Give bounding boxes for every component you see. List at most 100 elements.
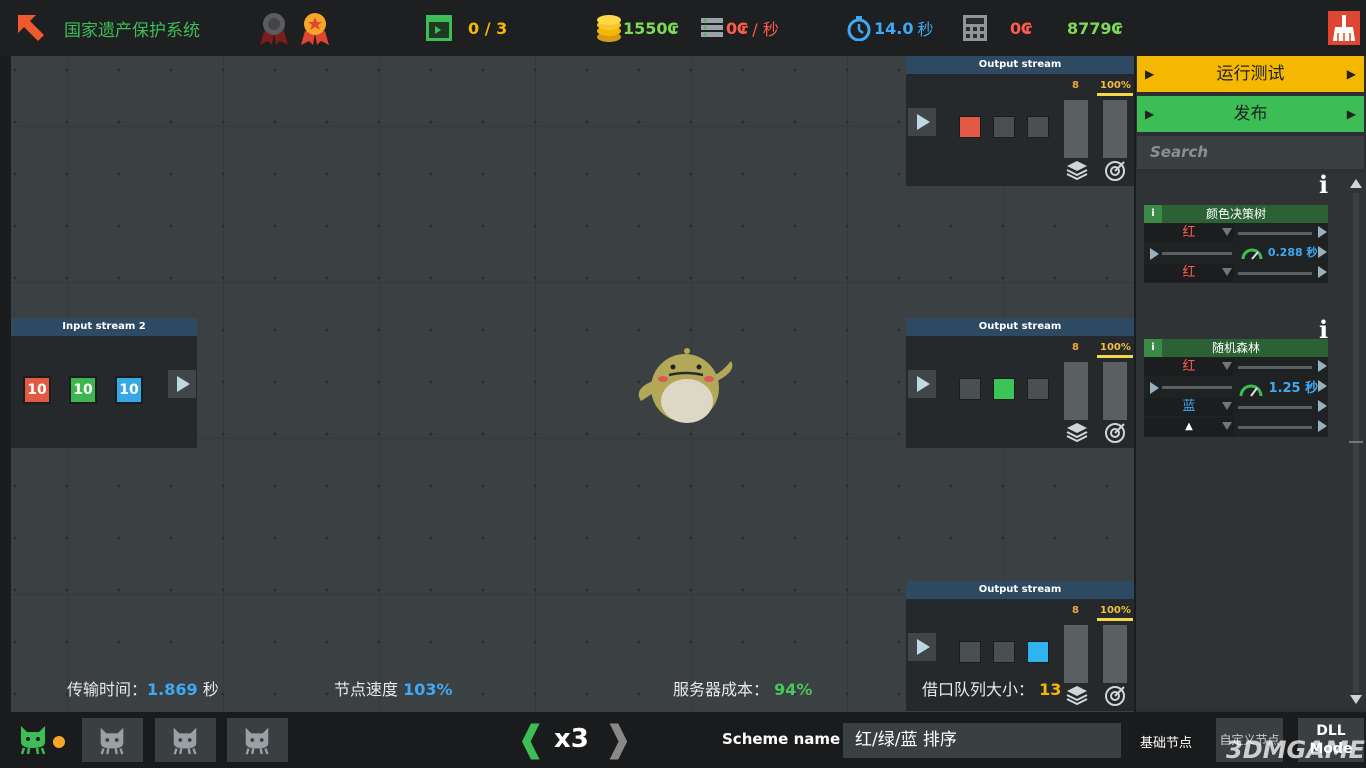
transfer-time-stat: 传输时间：1.869 秒	[67, 676, 219, 700]
back-arrow-icon[interactable]	[14, 0, 48, 56]
server-cost-unit: / 秒	[752, 20, 779, 39]
challenge-counter: 0 / 3	[468, 18, 508, 38]
output-stream-title: Output stream	[906, 581, 1134, 599]
output-port-icon	[1318, 380, 1327, 392]
bottom-bar: ❰ x3 ❱ Scheme name : 红/绿/蓝 排序 基础节点 自定义节点…	[0, 712, 1366, 768]
palette-decision-tree[interactable]: i 颜色决策树 红 0.288 秒 红	[1144, 205, 1328, 283]
random-forest-row: ▲	[1144, 417, 1328, 437]
octocat-active-icon[interactable]	[16, 722, 50, 760]
output-stream-title: Output stream	[906, 318, 1134, 336]
scheme-canvas[interactable]: Input stream 2 10 10 10 Output stream 8 10…	[11, 56, 1134, 712]
row-line	[1162, 386, 1232, 389]
output-percent: 100%	[1100, 605, 1131, 616]
scroll-down-icon[interactable]	[1350, 695, 1362, 704]
dropdown-icon[interactable]	[1222, 228, 1232, 236]
row-line	[1238, 366, 1312, 369]
server-cost-label: 服务器成本：	[673, 680, 770, 699]
output-slot	[959, 378, 981, 400]
output-slot	[959, 116, 981, 138]
output-input-port[interactable]	[908, 108, 936, 136]
input-token-green: 10	[69, 376, 97, 404]
target-icon	[1104, 422, 1126, 448]
random-forest-output-label: 蓝	[1144, 398, 1234, 416]
decision-tree-row: 红	[1144, 263, 1328, 283]
decision-tree-speed-value: 0.288 秒	[1267, 246, 1318, 259]
input-port-icon	[1150, 248, 1159, 260]
empty-slot[interactable]	[227, 718, 288, 762]
output-stream-node[interactable]: Output stream 8 100%	[906, 318, 1134, 448]
scheme-name-label: Scheme name :	[722, 730, 852, 748]
palette-random-forest[interactable]: i 随机森林 红 1.25 秒 蓝 ▲	[1144, 339, 1328, 437]
speed-increase-button[interactable]: ❱	[603, 719, 633, 760]
scrollbar-thumb[interactable]	[1349, 441, 1363, 443]
output-count: 8	[1072, 342, 1079, 353]
publish-arrow-left-icon: ▶	[1145, 107, 1155, 121]
transfer-time-label: 传输时间：	[67, 680, 148, 699]
input-port-icon	[1150, 382, 1159, 394]
server-cost-rate: 0₢ / 秒	[726, 0, 779, 56]
decision-tree-output-label: 红	[1144, 264, 1234, 282]
run-test-label: 运行测试	[1216, 64, 1285, 84]
output-percent: 100%	[1100, 80, 1131, 91]
watermark-logo: 3DMGAME	[1226, 736, 1366, 764]
dropdown-icon[interactable]	[1222, 268, 1232, 276]
calculator-icon	[962, 0, 988, 56]
octocat-grey-icon	[241, 724, 273, 760]
output-port-icon	[1318, 420, 1327, 432]
publish-arrow-right-icon: ▶	[1346, 107, 1356, 121]
output-stream-node[interactable]: Output stream 8 100%	[906, 56, 1134, 186]
dropdown-icon[interactable]	[1222, 362, 1232, 370]
speedometer-icon	[1240, 246, 1264, 260]
empty-slot[interactable]	[155, 718, 216, 762]
dropdown-icon[interactable]	[1222, 422, 1232, 430]
layers-icon	[1066, 422, 1088, 446]
tab-basic-nodes[interactable]: 基础节点	[1140, 732, 1192, 751]
output-port-icon	[1318, 400, 1327, 412]
octocat-grey-icon	[169, 724, 201, 760]
speed-multiplier: x3	[554, 724, 589, 754]
server-cost-stat: 服务器成本： 94%	[673, 676, 812, 700]
run-time-value: 14.0	[874, 18, 914, 38]
medal-gold-icon	[297, 0, 333, 56]
random-forest-header: i 随机森林	[1144, 339, 1328, 357]
input-stream-node[interactable]: Input stream 2 10 10 10	[11, 318, 197, 448]
right-panel: ▶ 运行测试 ▶ ▶ 发布 ▶ Search i i 颜色决策树 红 0.288…	[1136, 56, 1366, 712]
level-title: 国家遗产保护系统	[64, 20, 200, 41]
clear-broom-button[interactable]	[1328, 0, 1360, 56]
speed-decrease-button[interactable]: ❰	[516, 719, 546, 760]
layers-icon	[1066, 160, 1088, 184]
scroll-up-icon[interactable]	[1350, 179, 1362, 188]
decision-tree-speed: 0.288 秒	[1240, 244, 1317, 260]
run-test-button[interactable]: ▶ 运行测试 ▶	[1137, 56, 1364, 92]
status-dot-icon	[53, 736, 65, 748]
challenge-icon	[425, 0, 453, 56]
output-input-port[interactable]	[908, 370, 936, 398]
input-token-red: 10	[23, 376, 51, 404]
search-input[interactable]: Search	[1137, 136, 1364, 169]
scheme-name-input[interactable]: 红/绿/蓝 排序	[843, 723, 1121, 758]
empty-slot[interactable]	[82, 718, 143, 762]
money-amount: 1550	[623, 18, 668, 38]
dropdown-icon[interactable]	[1222, 402, 1232, 410]
random-forest-input-label: 红	[1144, 358, 1234, 376]
percent-bar	[1103, 362, 1127, 420]
count-bar	[1064, 625, 1088, 683]
node-palette[interactable]: i i 颜色决策树 红 0.288 秒 红 i i 随机森林 红 1.25 秒 …	[1136, 170, 1366, 708]
decision-tree-title: 颜色决策树	[1205, 207, 1266, 221]
server-icon	[700, 0, 724, 56]
output-input-port[interactable]	[908, 633, 936, 661]
input-output-port[interactable]	[168, 370, 196, 398]
output-percent: 100%	[1100, 342, 1131, 353]
node-speed-label: 节点速度	[334, 680, 399, 699]
random-forest-add-label[interactable]: ▲	[1144, 418, 1234, 436]
count-bar	[1064, 362, 1088, 420]
count-bar	[1064, 100, 1088, 158]
percent-bar-fill	[1097, 355, 1133, 358]
calc-cost: 0₢	[1010, 18, 1033, 38]
info-icon[interactable]: i	[1319, 170, 1328, 199]
mascot-icon	[633, 341, 737, 431]
publish-button[interactable]: ▶ 发布 ▶	[1137, 96, 1364, 132]
random-forest-info-badge: i	[1144, 339, 1162, 357]
game-screen: 国家遗产保护系统 0 / 3 1550 ₢ 0₢ / 秒 14.0 秒 0₢ 8…	[0, 0, 1366, 768]
scrollbar-track[interactable]	[1353, 193, 1359, 693]
